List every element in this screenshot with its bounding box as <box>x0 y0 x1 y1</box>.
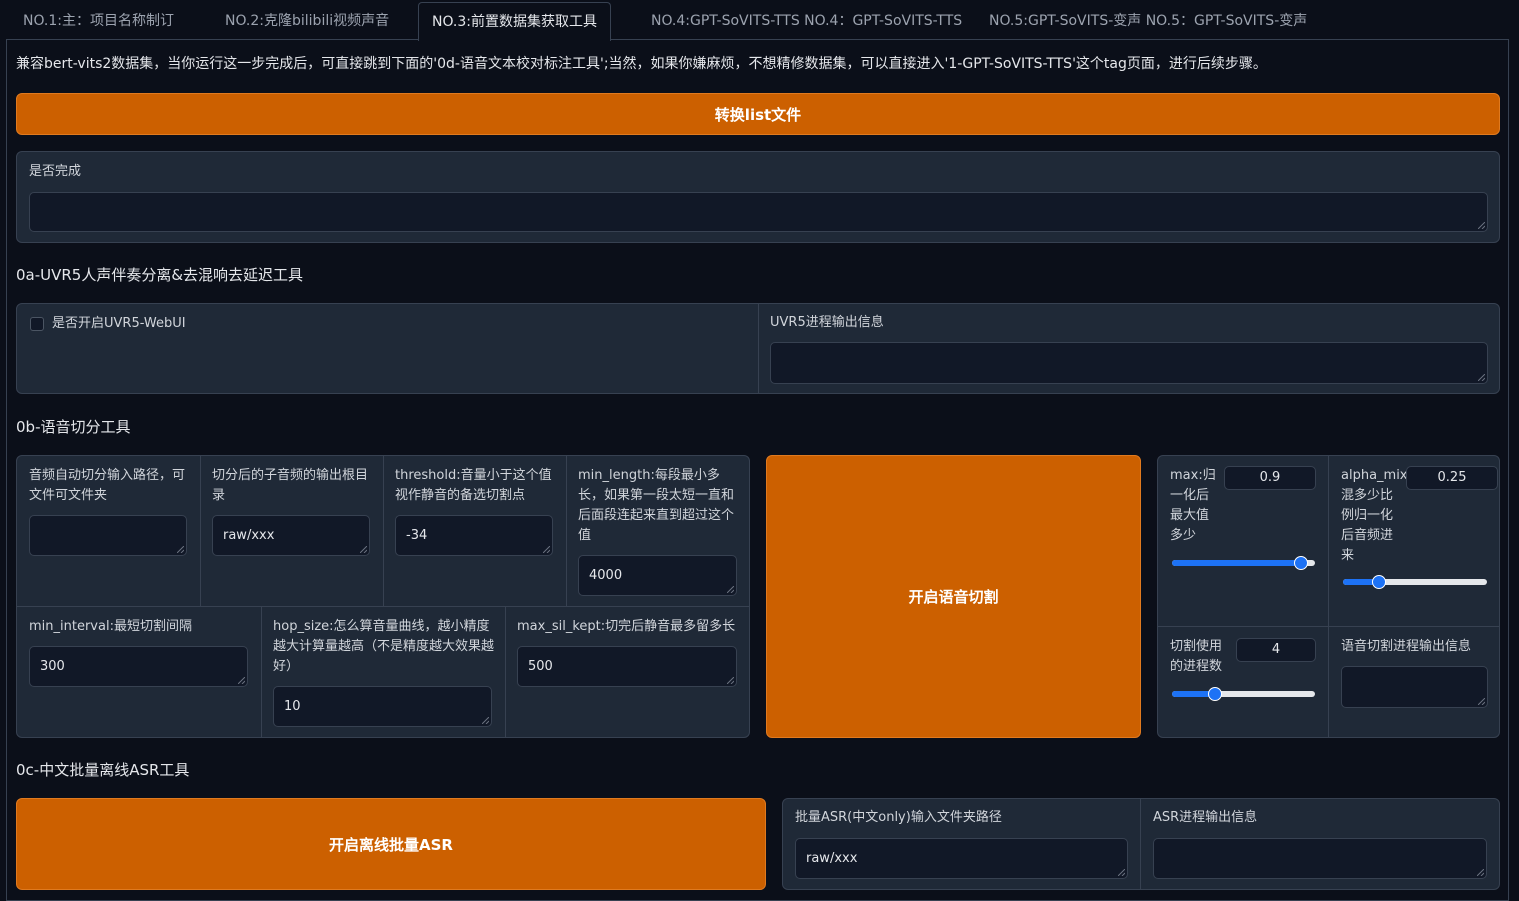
threshold-value: -34 <box>406 528 428 543</box>
min-interval-label: min_interval:最短切割间隔 <box>29 619 192 634</box>
convert-list-button[interactable]: 转换list文件 <box>16 93 1500 135</box>
output-dir-label: 切分后的子音频的输出根目录 <box>212 468 369 503</box>
slicer-section-title: 0b-语音切分工具 <box>16 418 131 436</box>
asr-panel: 批量ASR(中文only)输入文件夹路径 raw/xxx ASR进程输出信息 <box>782 798 1500 890</box>
tab-project-name[interactable]: NO.1:主：项目名称制订 <box>11 0 174 40</box>
asr-input-field[interactable]: raw/xxx <box>795 838 1128 879</box>
slider-handle[interactable] <box>1372 575 1386 589</box>
hop-size-label: hop_size:怎么算音量曲线，越小精度越大计算量越高（不是精度越大效果越好） <box>273 619 495 674</box>
max-sil-kept-field[interactable]: 500 <box>517 646 737 687</box>
resize-grip-icon[interactable] <box>1478 698 1485 705</box>
min-length-label: min_length:每段最小多长，如果第一段太短一直和后面段连起来直到超过这个… <box>578 468 735 543</box>
min-length-field[interactable]: 4000 <box>578 555 737 596</box>
resize-grip-icon[interactable] <box>482 717 489 724</box>
slicer-output-label: 语音切割进程输出信息 <box>1341 639 1472 654</box>
uvr5-panel: 是否开启UVR5-WebUI UVR5进程输出信息 <box>16 303 1500 394</box>
min-interval-field[interactable]: 300 <box>29 646 248 687</box>
hop-size-field[interactable]: 10 <box>273 686 492 727</box>
uvr5-checkbox-label[interactable]: 是否开启UVR5-WebUI <box>52 314 186 334</box>
asr-input-value: raw/xxx <box>806 851 858 866</box>
slicer-settings-panel: max:归一化后最大值多少 0.9 alpha_mix:混多少比例归一化后音频进… <box>1157 455 1500 738</box>
tab-gpt-sovits-voice-change[interactable]: NO.5:GPT-SoVITS-变声 NO.5：GPT-SoVITS-变声 <box>977 0 1307 40</box>
resize-grip-icon[interactable] <box>360 546 367 553</box>
min-interval-value: 300 <box>40 659 65 674</box>
start-slicing-button[interactable]: 开启语音切割 <box>766 455 1141 738</box>
max-number-input[interactable]: 0.9 <box>1224 466 1316 490</box>
process-count-number-input[interactable]: 4 <box>1236 638 1316 662</box>
threshold-label: threshold:音量小于这个值视作静音的备选切割点 <box>395 468 552 503</box>
min-length-value: 4000 <box>589 568 623 583</box>
divider <box>758 304 759 393</box>
tab-clone-bilibili[interactable]: NO.2:克隆bilibili视频声音 <box>213 0 389 40</box>
tab-bar: NO.1:主：项目名称制订 NO.2:克隆bilibili视频声音 NO.3:前… <box>6 0 1509 41</box>
resize-grip-icon[interactable] <box>727 586 734 593</box>
asr-input-label: 批量ASR(中文only)输入文件夹路径 <box>795 810 1002 825</box>
alpha-mix-slider[interactable] <box>1343 575 1487 589</box>
uvr5-checkbox[interactable] <box>30 317 44 331</box>
uvr5-section-title: 0a-UVR5人声伴奏分离&去混响去延迟工具 <box>16 266 304 284</box>
max-label: max:归一化后最大值多少 <box>1170 468 1216 543</box>
hop-size-value: 10 <box>284 699 301 714</box>
done-label: 是否完成 <box>29 164 82 179</box>
resize-grip-icon[interactable] <box>1477 869 1484 876</box>
done-panel: 是否完成 <box>16 151 1500 243</box>
resize-grip-icon[interactable] <box>543 546 550 553</box>
output-dir-field[interactable]: raw/xxx <box>212 515 370 556</box>
input-path-field[interactable] <box>29 515 187 556</box>
start-asr-button[interactable]: 开启离线批量ASR <box>16 798 766 890</box>
tab-dataset-tools[interactable]: NO.3:前置数据集获取工具 <box>418 2 611 41</box>
resize-grip-icon[interactable] <box>1478 374 1485 381</box>
slicer-params-panel: 音频自动切分输入路径，可文件可文件夹 切分后的子音频的输出根目录 raw/xxx… <box>16 455 750 738</box>
resize-grip-icon[interactable] <box>1478 222 1485 229</box>
asr-output[interactable] <box>1153 838 1487 879</box>
max-sil-kept-value: 500 <box>528 659 553 674</box>
slider-handle[interactable] <box>1293 556 1308 570</box>
input-path-label: 音频自动切分输入路径，可文件可文件夹 <box>29 468 186 503</box>
resize-grip-icon[interactable] <box>177 546 184 553</box>
slider-handle[interactable] <box>1207 687 1222 701</box>
process-count-slider[interactable] <box>1172 687 1315 701</box>
uvr5-output[interactable] <box>770 342 1488 384</box>
done-output[interactable] <box>29 192 1488 232</box>
max-slider[interactable] <box>1172 556 1315 570</box>
slider-fill <box>1172 560 1301 566</box>
process-count-label: 切割使用的进程数 <box>1170 639 1223 674</box>
output-dir-value: raw/xxx <box>223 528 275 543</box>
uvr5-output-label: UVR5进程输出信息 <box>770 315 884 330</box>
alpha-mix-label: alpha_mix:混多少比例归一化后音频进来 <box>1341 468 1412 563</box>
max-sil-kept-label: max_sil_kept:切完后静音最多留多长 <box>517 619 736 634</box>
resize-grip-icon[interactable] <box>1118 869 1125 876</box>
alpha-mix-number-input[interactable]: 0.25 <box>1406 466 1498 490</box>
threshold-field[interactable]: -34 <box>395 515 553 556</box>
resize-grip-icon[interactable] <box>727 677 734 684</box>
asr-output-label: ASR进程输出信息 <box>1153 810 1258 825</box>
slicer-output[interactable] <box>1341 666 1488 708</box>
asr-section-title: 0c-中文批量离线ASR工具 <box>16 761 190 779</box>
intro-text: 兼容bert-vits2数据集，当你运行这一步完成后，可直接跳到下面的'0d-语… <box>16 56 1267 72</box>
tab-gpt-sovits-tts[interactable]: NO.4:GPT-SoVITS-TTS NO.4：GPT-SoVITS-TTS <box>639 0 962 40</box>
resize-grip-icon[interactable] <box>238 677 245 684</box>
